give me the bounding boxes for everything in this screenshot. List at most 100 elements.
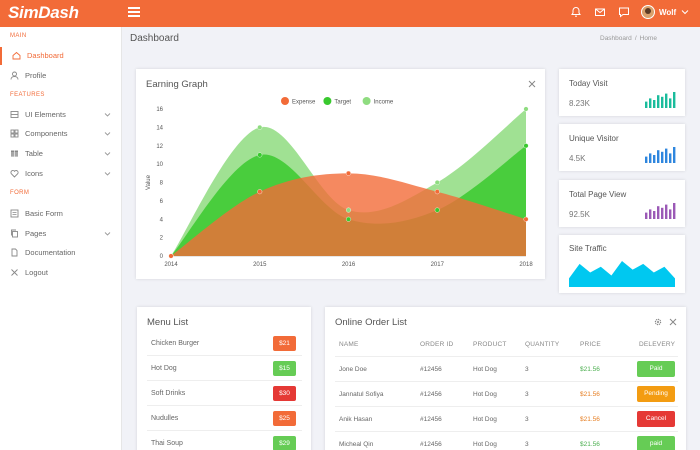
legend-swatch (281, 97, 289, 105)
mail-icon[interactable] (594, 6, 606, 18)
order-product: Hot Dog (473, 391, 497, 398)
chat-icon[interactable] (618, 6, 630, 18)
column-header-delivery[interactable]: DELEVERY (639, 341, 675, 348)
sidebar-item-documentation[interactable]: Documentation (0, 244, 122, 262)
column-header-name[interactable]: NAME (339, 341, 359, 348)
chevron-down-icon[interactable] (681, 8, 689, 16)
breadcrumb: Dashboard / Home (600, 35, 657, 42)
stat-value: 4.5K (569, 154, 586, 163)
sparkline-bar (657, 95, 660, 108)
list-item[interactable]: Nudulles $25 (147, 407, 302, 431)
table-row[interactable]: Jone Doe #12456 Hot Dog 3 $21.56 Paid (335, 356, 678, 381)
list-item[interactable]: Hot Dog $15 (147, 357, 302, 381)
traffic-area (569, 261, 675, 287)
column-header-product[interactable]: PRODUCT (473, 341, 507, 348)
order-quantity: 3 (525, 416, 529, 423)
y-tick-label: 0 (160, 254, 164, 260)
list-item[interactable]: Chicken Burger $21 (147, 332, 302, 356)
menu-toggle-icon[interactable] (128, 7, 140, 17)
stat-sparkline (645, 203, 676, 219)
sidebar-item-table[interactable]: Table (0, 145, 122, 163)
breadcrumb-dashboard[interactable]: Dashboard (600, 35, 632, 42)
sidebar-item-dashboard[interactable]: Dashboard (0, 47, 122, 65)
data-point-expense[interactable] (345, 170, 351, 176)
order-quantity: 3 (525, 391, 529, 398)
sparkline-bar (645, 212, 648, 219)
list-item[interactable]: Thai Soup $29 (147, 432, 302, 450)
sidebar-item-pages[interactable]: Pages (0, 225, 122, 243)
y-axis-label: Value (146, 174, 152, 190)
stat-title: Total Page View (569, 190, 627, 199)
order-id: #12456 (420, 391, 442, 398)
avatar[interactable] (641, 5, 655, 19)
sparkline-bar (669, 153, 672, 163)
chevron-down-icon (104, 130, 111, 137)
list-item[interactable]: Soft Drinks $30 (147, 382, 302, 406)
sidebar-item-profile[interactable]: Profile (0, 67, 122, 85)
table-row[interactable]: Anik Hasan #12456 Hot Dog 3 $21.56 Cance… (335, 406, 678, 431)
order-name: Jannatul Sofiya (339, 391, 384, 398)
y-tick-label: 2 (160, 236, 164, 242)
user-icon (10, 71, 19, 80)
sidebar-item-label: Table (25, 149, 43, 158)
site-traffic-card: Site Traffic (559, 235, 685, 293)
data-point-income[interactable] (434, 179, 440, 185)
breadcrumb-home[interactable]: Home (640, 35, 657, 42)
data-point-expense[interactable] (168, 253, 174, 259)
sparkline-bar (649, 209, 652, 219)
data-point-target[interactable] (257, 152, 263, 158)
column-header-order-id[interactable]: ORDER ID (420, 341, 453, 348)
y-tick-label: 12 (156, 144, 163, 150)
column-header-quantity[interactable]: QUANTITY (525, 341, 559, 348)
data-point-expense[interactable] (523, 216, 529, 222)
sidebar-item-ui-elements[interactable]: UI Elements (0, 106, 122, 124)
data-point-target[interactable] (345, 216, 351, 222)
gear-icon[interactable] (654, 318, 662, 326)
section-title-main: MAIN (10, 33, 27, 39)
price-badge: $15 (273, 361, 296, 376)
y-tick-label: 8 (160, 181, 164, 187)
sidebar-item-components[interactable]: Components (0, 125, 122, 143)
sparkline-bar (669, 98, 672, 108)
status-badge[interactable]: Paid (637, 361, 675, 377)
x-tick-label: 2017 (431, 262, 445, 268)
stat-title: Today Visit (569, 79, 608, 88)
stat-sparkline (645, 147, 676, 163)
stat-value: 8.23K (569, 99, 590, 108)
sparkline-bar (661, 96, 664, 108)
data-point-expense[interactable] (257, 189, 263, 195)
status-badge[interactable]: Cancel (637, 411, 675, 427)
y-tick-label: 10 (156, 162, 163, 168)
sidebar-item-label: UI Elements (25, 110, 66, 119)
sparkline-bar (653, 155, 656, 163)
data-point-expense[interactable] (434, 189, 440, 195)
data-point-income[interactable] (257, 124, 263, 130)
close-icon[interactable] (669, 318, 677, 326)
data-point-target[interactable] (434, 207, 440, 213)
username[interactable]: Wolf (659, 8, 676, 17)
page-title: Dashboard (130, 33, 179, 44)
sidebar-item-label: Pages (25, 229, 47, 238)
close-icon (10, 268, 19, 277)
legend-label: Income (374, 100, 394, 106)
legend-swatch (323, 97, 332, 105)
price-badge: $25 (273, 411, 296, 426)
sparkline-bar (645, 156, 648, 163)
app-logo[interactable]: SimDash (8, 3, 79, 23)
status-badge[interactable]: paid (637, 436, 675, 450)
order-id: #12456 (420, 366, 442, 373)
data-point-target[interactable] (523, 143, 529, 149)
status-badge[interactable]: Pending (637, 386, 675, 402)
earning-chart: 0 2 4 6 8 10 12 14 16 2014 2015 2016 2017 2018 Value Ex… (146, 97, 533, 268)
table-row[interactable]: Micheal Qin #12456 Hot Dog 3 $21.56 paid (335, 431, 678, 450)
sidebar-item-basic-form[interactable]: Basic Form (0, 205, 122, 223)
data-point-income[interactable] (345, 207, 351, 213)
column-header-price[interactable]: PRICE (580, 341, 601, 348)
sidebar-item-icons[interactable]: Icons (0, 165, 122, 183)
close-icon[interactable] (528, 80, 536, 88)
sidebar-item-logout[interactable]: Logout (0, 264, 122, 282)
bell-icon[interactable] (570, 6, 582, 18)
table-row[interactable]: Jannatul Sofiya #12456 Hot Dog 3 $21.56 … (335, 381, 678, 406)
chevron-down-icon (104, 111, 111, 118)
data-point-income[interactable] (523, 106, 529, 112)
